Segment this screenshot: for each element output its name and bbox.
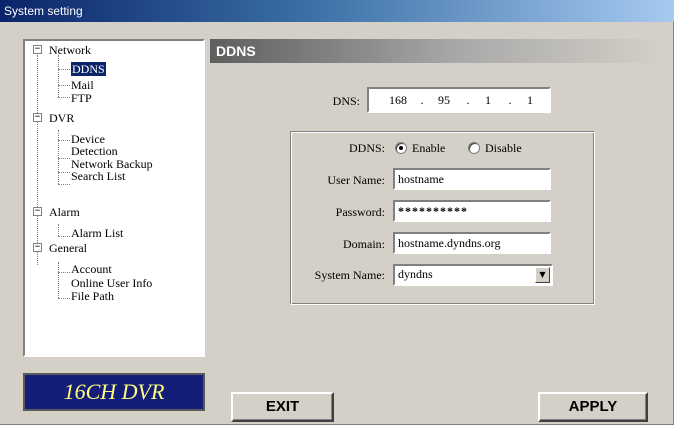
minus-box-icon[interactable]: − <box>33 207 42 216</box>
window-title: System setting <box>0 0 674 22</box>
chevron-down-icon[interactable]: ▼ <box>535 267 550 283</box>
system-name-value: dyndns <box>398 267 433 281</box>
dns-separator: . <box>420 93 424 107</box>
tree-item-alarm[interactable]: Alarm <box>49 206 80 218</box>
tree-item-detection[interactable]: Detection <box>71 145 118 157</box>
exit-button[interactable]: EXIT <box>231 392 334 422</box>
tree-connector <box>58 69 70 70</box>
apply-button[interactable]: APPLY <box>538 392 648 422</box>
tree-connector <box>58 236 70 237</box>
tree-connector <box>58 158 70 159</box>
user-name-input[interactable]: hostname <box>393 168 551 190</box>
password-input[interactable]: ********** <box>393 200 551 222</box>
ddns-disable-label: Disable <box>485 141 522 155</box>
dns-octet-1[interactable]: 168 <box>383 93 413 108</box>
ddns-enable-label: Enable <box>412 141 446 155</box>
tree-item-dvr[interactable]: DVR <box>49 112 74 124</box>
dns-octet-2[interactable]: 95 <box>429 93 459 108</box>
system-name-select[interactable]: dyndns ▼ <box>393 264 553 286</box>
settings-tree: − Network DDNS Mail FTP − DVR Device Det… <box>23 39 205 357</box>
password-label: Password: <box>335 205 385 219</box>
tree-connector <box>58 224 59 236</box>
page-title: DDNS <box>210 39 665 63</box>
ddns-label: DDNS: <box>348 141 385 155</box>
tree-connector <box>58 97 70 98</box>
tree-item-alarm-list[interactable]: Alarm List <box>71 227 123 239</box>
tree-connector <box>58 85 70 86</box>
tree-connector <box>58 140 70 141</box>
ddns-enable-radio[interactable]: Enable <box>395 141 445 156</box>
domain-label: Domain: <box>343 237 385 251</box>
tree-connector <box>58 55 59 97</box>
tree-connector <box>58 130 59 184</box>
tree-connector <box>37 55 38 265</box>
tree-item-online-user-info[interactable]: Online User Info <box>71 277 152 289</box>
tree-item-ddns[interactable]: DDNS <box>71 62 106 76</box>
dvr-logo: 16CH DVR <box>23 373 205 411</box>
tree-connector <box>58 172 70 173</box>
dns-ip-field[interactable]: 168 . 95 . 1 . 1 <box>367 87 551 113</box>
tree-item-general[interactable]: General <box>49 242 87 254</box>
tree-connector <box>58 272 70 273</box>
minus-box-icon[interactable]: − <box>33 243 42 252</box>
user-name-label: User Name: <box>327 173 385 187</box>
tree-item-ftp[interactable]: FTP <box>71 92 92 104</box>
radio-unchecked-icon <box>468 142 480 154</box>
tree-connector <box>58 262 59 298</box>
system-name-label: System Name: <box>314 268 385 282</box>
ddns-disable-radio[interactable]: Disable <box>468 141 522 156</box>
dns-octet-4[interactable]: 1 <box>515 93 545 108</box>
tree-item-mail[interactable]: Mail <box>71 79 94 91</box>
minus-box-icon[interactable]: − <box>33 45 42 54</box>
tree-connector <box>58 184 70 185</box>
tree-item-network[interactable]: Network <box>49 44 91 56</box>
tree-item-file-path[interactable]: File Path <box>71 290 114 302</box>
dns-octet-3[interactable]: 1 <box>473 93 503 108</box>
dns-separator: . <box>466 93 470 107</box>
tree-item-search-list[interactable]: Search List <box>71 170 125 182</box>
dns-label: DNS: <box>332 94 360 108</box>
system-setting-window: System setting − Network DDNS Mail FTP −… <box>0 0 674 425</box>
radio-checked-icon <box>395 142 407 154</box>
minus-box-icon[interactable]: − <box>33 113 42 122</box>
tree-connector <box>58 298 70 299</box>
dns-separator: . <box>508 93 512 107</box>
tree-item-account[interactable]: Account <box>71 263 112 275</box>
domain-input[interactable]: hostname.dyndns.org <box>393 232 551 254</box>
